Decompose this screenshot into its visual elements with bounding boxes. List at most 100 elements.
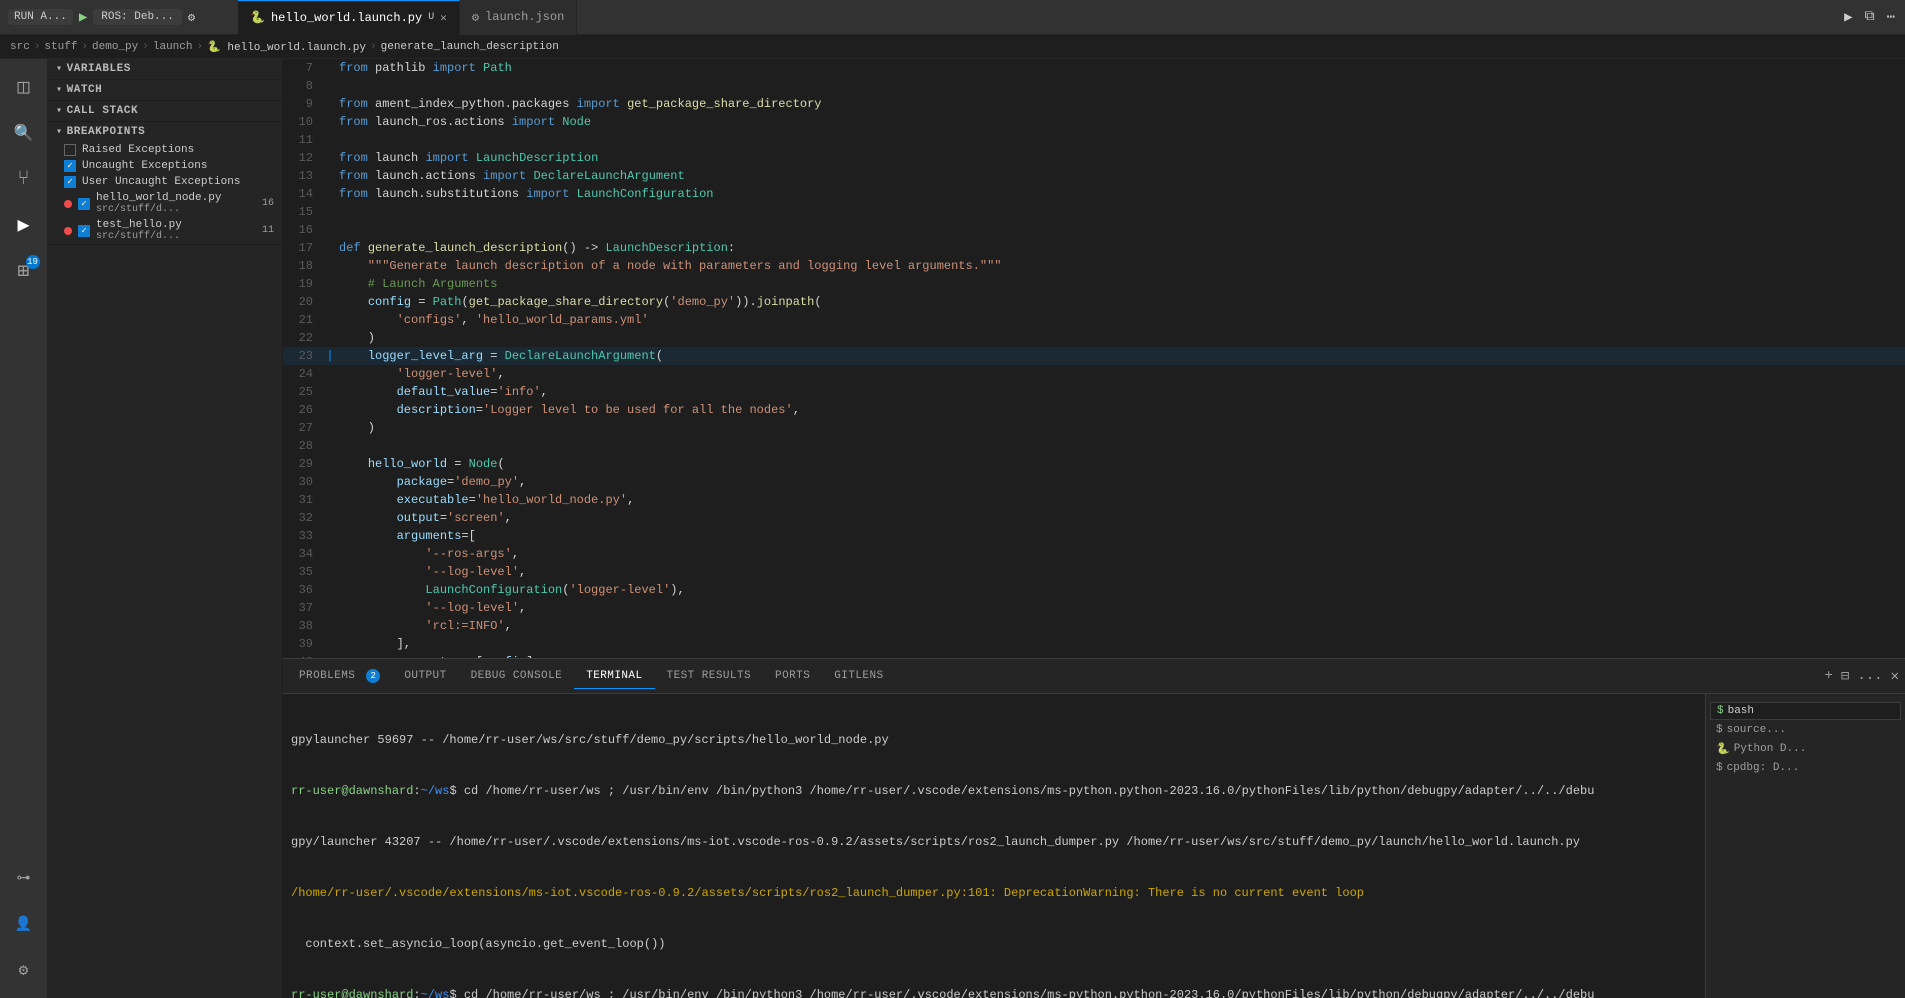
breakpoint-user-uncaught[interactable]: ✓ User Uncaught Exceptions: [48, 174, 282, 190]
uncaught-label: Uncaught Exceptions: [82, 160, 207, 172]
panel-tab-test-results[interactable]: TEST RESULTS: [655, 664, 764, 688]
code-editor[interactable]: 7 from pathlib import Path 8 9 from amen…: [283, 59, 1905, 658]
code-line-40: 40 parameters=[config],: [283, 653, 1905, 658]
output-label: OUTPUT: [404, 670, 446, 682]
problems-label: PROBLEMS: [299, 670, 355, 682]
code-line-8: 8: [283, 77, 1905, 95]
run-button[interactable]: ▶: [1842, 7, 1854, 28]
code-line-36: 36 LaunchConfiguration('logger-level'),: [283, 581, 1905, 599]
variables-label: VARIABLES: [67, 63, 131, 75]
breadcrumb: src › stuff › demo_py › launch › 🐍 hello…: [0, 35, 1905, 59]
source-terminal-tab[interactable]: $ source...: [1710, 722, 1901, 738]
terminal-line-5: rr-user@dawnshard:~/ws$ cd /home/rr-user…: [291, 987, 1697, 998]
panel-close-button[interactable]: ✕: [1889, 666, 1901, 687]
watch-header[interactable]: ▾ WATCH: [48, 80, 282, 100]
panel-tab-output[interactable]: OUTPUT: [392, 664, 458, 688]
code-line-29: 29 hello_world = Node(: [283, 455, 1905, 473]
code-line-10: 10 from launch_ros.actions import Node: [283, 113, 1905, 131]
code-line-21: 21 'configs', 'hello_world_params.yml': [283, 311, 1905, 329]
breadcrumb-file[interactable]: 🐍 hello_world.launch.py: [207, 40, 366, 54]
editor-tabs: 🐍 hello_world.launch.py U ✕ ⚙ launch.jso…: [238, 0, 1842, 35]
code-line-39: 39 ],: [283, 635, 1905, 653]
test-hello-path: src/stuff/d...: [96, 231, 256, 242]
python-label: Python D...: [1734, 743, 1807, 755]
uncaught-checkbox[interactable]: ✓: [64, 160, 76, 172]
activity-source-control[interactable]: ⑂: [4, 159, 44, 199]
tab-launch-py-icon: 🐍: [250, 10, 265, 25]
breakpoint-uncaught[interactable]: ✓ Uncaught Exceptions: [48, 158, 282, 174]
breadcrumb-function[interactable]: generate_launch_description: [381, 41, 559, 53]
top-bar: RUN A... ▶ ROS: Deb... ⚙ 🐍 hello_world.l…: [0, 0, 1905, 35]
breakpoint-hello-world-node[interactable]: ✓ hello_world_node.py src/stuff/d... 16: [48, 190, 282, 217]
debug-settings-button[interactable]: ⚙: [188, 10, 195, 25]
split-editor-button[interactable]: ⧉: [1863, 7, 1877, 27]
bash-terminal-tab[interactable]: $ bash: [1710, 702, 1901, 720]
line-indicator-23: |: [325, 347, 335, 365]
panel-more-button[interactable]: ...: [1855, 666, 1884, 686]
variables-chevron: ▾: [56, 63, 63, 75]
breakpoints-section: ▾ BREAKPOINTS Raised Exceptions ✓ Uncaug…: [48, 122, 282, 245]
breadcrumb-launch[interactable]: launch: [153, 41, 193, 53]
debug-play-button[interactable]: ▶: [79, 9, 87, 26]
cpdb-icon: $: [1716, 762, 1723, 774]
breakpoints-chevron: ▾: [56, 126, 63, 138]
breakpoint-test-hello[interactable]: ✓ test_hello.py src/stuff/d... 11: [48, 217, 282, 244]
code-line-30: 30 package='demo_py',: [283, 473, 1905, 491]
terminal-content[interactable]: gpylauncher 59697 -- /home/rr-user/ws/sr…: [283, 694, 1705, 998]
panel-add-button[interactable]: +: [1823, 666, 1835, 686]
debug-sidebar: ▾ VARIABLES ▾ WATCH ▾ CALL STACK ▾ BREAK…: [48, 59, 283, 998]
debug-config-selector[interactable]: ROS: Deb...: [93, 9, 182, 25]
cpdb-terminal-tab[interactable]: $ cpdbg: D...: [1710, 760, 1901, 776]
activity-settings[interactable]: ⚙: [4, 950, 44, 990]
panel-tab-problems[interactable]: PROBLEMS 2: [287, 663, 392, 689]
terminal-line-2: gpy/launcher 43207 -- /home/rr-user/.vsc…: [291, 834, 1697, 851]
code-line-7: 7 from pathlib import Path: [283, 59, 1905, 77]
panel-tab-terminal[interactable]: TERMINAL: [574, 664, 654, 689]
code-line-33: 33 arguments=[: [283, 527, 1905, 545]
test-hello-checkbox[interactable]: ✓: [78, 225, 90, 237]
variables-header[interactable]: ▾ VARIABLES: [48, 59, 282, 79]
panel-tab-gitlens[interactable]: GITLENS: [822, 664, 895, 688]
code-line-16: 16: [283, 221, 1905, 239]
activity-extensions[interactable]: ⊞ 19: [4, 251, 44, 291]
bottom-panel: PROBLEMS 2 OUTPUT DEBUG CONSOLE TERMINAL…: [283, 658, 1905, 998]
hello-world-checkbox[interactable]: ✓: [78, 198, 90, 210]
breadcrumb-src[interactable]: src: [10, 41, 30, 53]
breakpoints-header[interactable]: ▾ BREAKPOINTS: [48, 122, 282, 142]
code-line-19: 19 # Launch Arguments: [283, 275, 1905, 293]
tab-json-icon: ⚙: [472, 10, 479, 25]
hello-world-node-line: 16: [262, 198, 274, 209]
user-uncaught-checkbox[interactable]: ✓: [64, 176, 76, 188]
breakpoints-label: BREAKPOINTS: [67, 126, 146, 138]
breadcrumb-demo-py[interactable]: demo_py: [92, 41, 138, 53]
tab-launch-py-label: hello_world.launch.py: [271, 11, 422, 25]
activity-remote[interactable]: ⊶: [4, 858, 44, 898]
activity-run-debug[interactable]: ▶: [4, 205, 44, 245]
code-line-17: 17 def generate_launch_description() -> …: [283, 239, 1905, 257]
activity-bar: ◫ 🔍 ⑂ ▶ ⊞ 19 ⊶ 👤 ⚙: [0, 59, 48, 998]
python-terminal-tab[interactable]: 🐍 Python D...: [1710, 740, 1901, 758]
raised-checkbox[interactable]: [64, 144, 76, 156]
bp-dot-hello: [64, 200, 72, 208]
panel-tab-debug-console[interactable]: DEBUG CONSOLE: [459, 664, 575, 688]
code-line-11: 11: [283, 131, 1905, 149]
panel-tabs: PROBLEMS 2 OUTPUT DEBUG CONSOLE TERMINAL…: [283, 659, 1905, 694]
activity-search[interactable]: 🔍: [4, 113, 44, 153]
tab-close-button[interactable]: ✕: [440, 11, 447, 25]
tab-launch-py[interactable]: 🐍 hello_world.launch.py U ✕: [238, 0, 460, 35]
terminal-line-3: /home/rr-user/.vscode/extensions/ms-iot.…: [291, 885, 1697, 902]
panel-tab-ports[interactable]: PORTS: [763, 664, 822, 688]
user-uncaught-label: User Uncaught Exceptions: [82, 176, 240, 188]
breadcrumb-stuff[interactable]: stuff: [44, 41, 77, 53]
activity-accounts[interactable]: 👤: [4, 904, 44, 944]
bash-label: bash: [1728, 705, 1754, 717]
breakpoint-raised[interactable]: Raised Exceptions: [48, 142, 282, 158]
problems-badge: 2: [366, 669, 380, 683]
activity-explorer[interactable]: ◫: [4, 67, 44, 107]
more-actions-button[interactable]: ⋯: [1885, 7, 1897, 28]
terminal-label: TERMINAL: [586, 670, 642, 682]
panel-split-button[interactable]: ⊟: [1839, 666, 1851, 687]
tab-launch-json[interactable]: ⚙ launch.json: [460, 0, 577, 35]
code-line-24: 24 'logger-level',: [283, 365, 1905, 383]
call-stack-header[interactable]: ▾ CALL STACK: [48, 101, 282, 121]
